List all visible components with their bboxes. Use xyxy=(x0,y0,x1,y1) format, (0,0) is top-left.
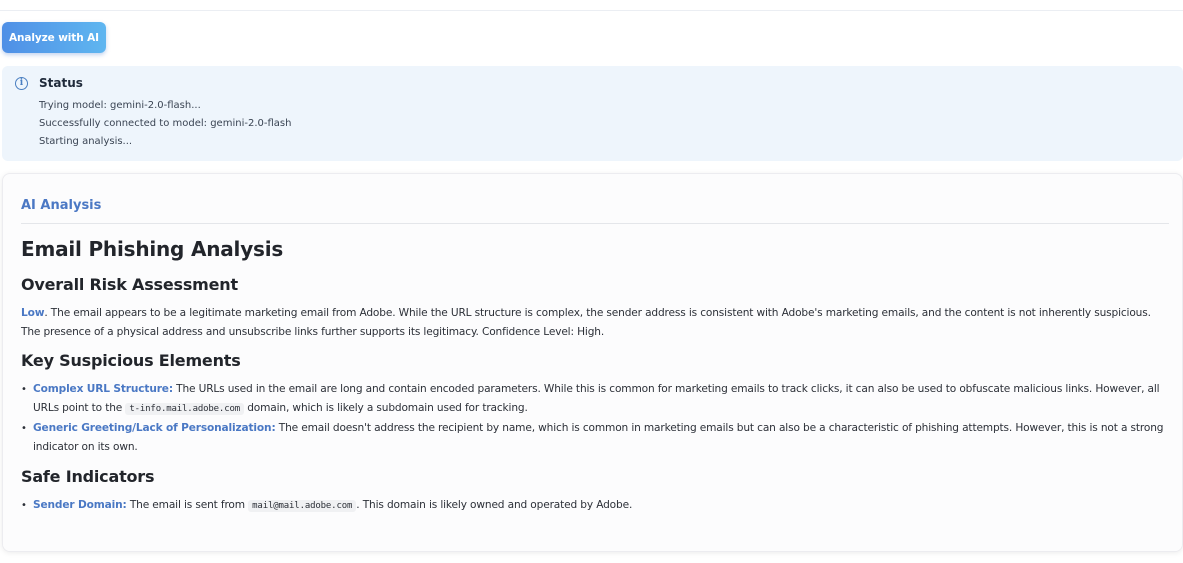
suspicious-elements-heading: Key Suspicious Elements xyxy=(21,351,241,370)
ai-analysis-card[interactable]: AI Analysis Email Phishing Analysis Over… xyxy=(2,173,1183,552)
card-divider xyxy=(21,223,1169,224)
ai-analysis-heading: AI Analysis xyxy=(21,198,102,213)
info-circle-icon: i xyxy=(15,77,28,90)
item-label: Generic Greeting/Lack of Personalization… xyxy=(33,422,276,434)
status-panel: i Status Trying model: gemini-2.0-flash.… xyxy=(2,66,1183,161)
analyze-with-ai-button[interactable]: Analyze with AI xyxy=(2,22,106,53)
card-bottom-edge xyxy=(3,545,1182,551)
risk-description: . The email appears to be a legitimate m… xyxy=(21,307,1151,338)
item-label: Complex URL Structure: xyxy=(33,383,173,395)
status-log: Trying model: gemini-2.0-flash... Succes… xyxy=(39,97,291,151)
list-item: Generic Greeting/Lack of Personalization… xyxy=(21,419,1173,457)
list-item: Sender Domain: The email is sent from ma… xyxy=(21,496,1173,516)
risk-assessment-text: Low. The email appears to be a legitimat… xyxy=(21,304,1173,342)
risk-level: Low xyxy=(21,307,45,319)
item-code: t-info.mail.adobe.com xyxy=(125,403,244,415)
item-text: . This domain is likely owned and operat… xyxy=(356,499,633,511)
item-label: Sender Domain: xyxy=(33,499,127,511)
suspicious-elements-list: Complex URL Structure: The URLs used in … xyxy=(21,380,1173,457)
analysis-title: Email Phishing Analysis xyxy=(21,237,284,261)
safe-indicators-list: Sender Domain: The email is sent from ma… xyxy=(21,496,1173,516)
top-divider xyxy=(0,10,1183,11)
status-line: Starting analysis... xyxy=(39,136,133,147)
item-text: The email is sent from xyxy=(126,499,249,511)
safe-indicators-heading: Safe Indicators xyxy=(21,467,155,486)
analysis-content: Email Phishing Analysis Overall Risk Ass… xyxy=(21,237,1173,526)
item-text: domain, which is likely a subdomain used… xyxy=(244,402,528,414)
status-line: Trying model: gemini-2.0-flash... xyxy=(39,100,201,111)
risk-assessment-heading: Overall Risk Assessment xyxy=(21,275,238,294)
status-title: Status xyxy=(39,76,83,90)
status-line: Successfully connected to model: gemini-… xyxy=(39,118,292,129)
item-code: mail@mail.adobe.com xyxy=(248,500,357,512)
list-item: Complex URL Structure: The URLs used in … xyxy=(21,380,1173,419)
